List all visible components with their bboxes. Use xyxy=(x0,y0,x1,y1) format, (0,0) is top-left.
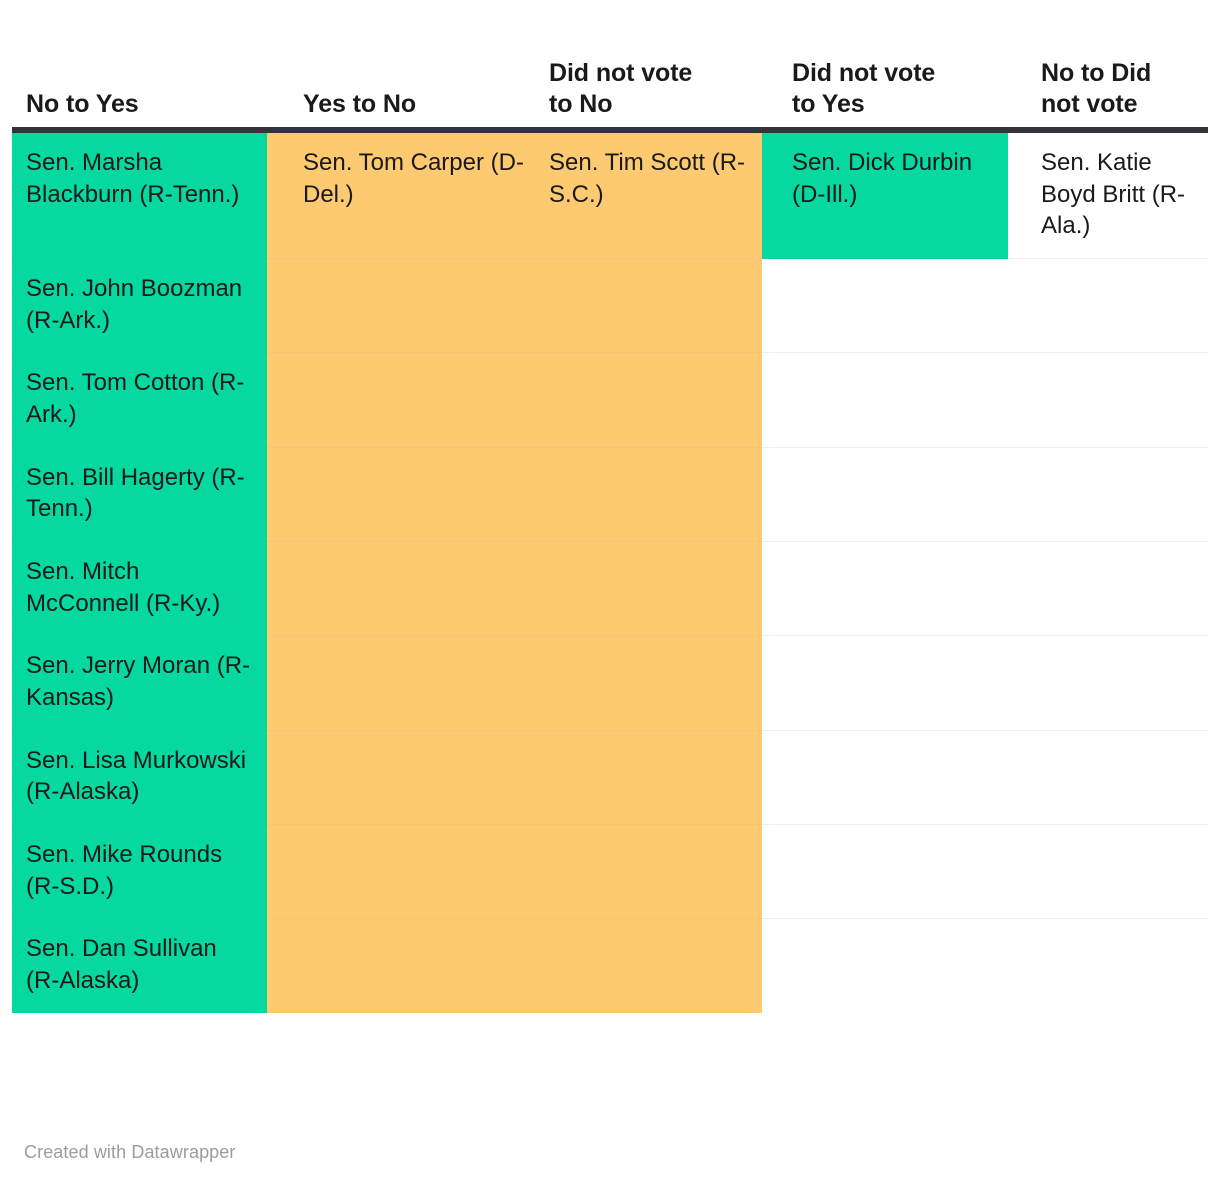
table-header: No to Yes Yes to No Did not vote to No Di… xyxy=(12,0,1208,133)
table-cell-empty xyxy=(267,730,545,826)
table-cell-empty xyxy=(267,258,545,354)
column-header-label: Did not vote to Yes xyxy=(762,58,1008,119)
table-cell-senator[interactable]: Sen. Tom Carper (D-Del.) xyxy=(267,130,545,260)
table-cell-senator[interactable]: Sen. Dan Sullivan (R-Alaska) xyxy=(12,918,267,1013)
table-cell-empty xyxy=(762,824,1008,920)
table-cell-senator[interactable]: Sen. Marsha Blackburn (R-Tenn.) xyxy=(12,130,267,260)
column-header-line: No to Yes xyxy=(26,89,139,118)
column-header-line: Yes to No xyxy=(303,89,417,118)
table-cell-empty xyxy=(267,824,545,920)
column-header-no-to-did-not-vote[interactable]: No to Did not vote xyxy=(1008,0,1208,133)
table-cell-senator[interactable]: Sen. Mike Rounds (R-S.D.) xyxy=(12,824,267,920)
table-cell-empty xyxy=(762,352,1008,448)
table-row: Sen. Lisa Murkowski (R-Alaska) xyxy=(12,730,1208,826)
table-row: Sen. John Boozman (R-Ark.) xyxy=(12,258,1208,354)
table-cell-empty xyxy=(1008,730,1208,826)
table-row: Sen. Bill Hagerty (R-Tenn.) xyxy=(12,447,1208,543)
table-cell-empty xyxy=(545,635,762,731)
table-cell-empty xyxy=(545,258,762,354)
table-row: Sen. Mike Rounds (R-S.D.) xyxy=(12,824,1208,920)
table-cell-empty xyxy=(1008,918,1208,1013)
column-header-yes-to-no[interactable]: Yes to No xyxy=(267,0,545,133)
column-header-label: Did not vote to No xyxy=(545,58,762,119)
table-cell-empty xyxy=(545,447,762,543)
table-cell-senator[interactable]: Sen. Tim Scott (R-S.C.) xyxy=(545,130,762,260)
table-row: Sen. Mitch McConnell (R-Ky.) xyxy=(12,541,1208,637)
datawrapper-table-chart: No to Yes Yes to No Did not vote to No Di… xyxy=(12,0,1208,1178)
table-cell-senator[interactable]: Sen. Bill Hagerty (R-Tenn.) xyxy=(12,447,267,543)
table-cell-empty xyxy=(1008,352,1208,448)
column-header-label: Yes to No xyxy=(267,89,545,120)
table-cell-senator[interactable]: Sen. Dick Durbin (D-Ill.) xyxy=(762,130,1008,260)
column-header-line: Did not vote xyxy=(549,59,693,87)
table-row: Sen. Jerry Moran (R-Kansas) xyxy=(12,635,1208,731)
column-header-line: No to Did xyxy=(1041,59,1152,87)
vote-switch-table: No to Yes Yes to No Did not vote to No Di… xyxy=(12,0,1208,1013)
table-cell-empty xyxy=(267,918,545,1013)
table-cell-empty xyxy=(1008,541,1208,637)
table-body: Sen. Marsha Blackburn (R-Tenn.) Sen. Tom … xyxy=(12,130,1208,1013)
table-cell-empty xyxy=(762,258,1008,354)
column-header-line: to Yes xyxy=(792,89,865,118)
table-cell-empty xyxy=(545,730,762,826)
table-cell-senator[interactable]: Sen. Jerry Moran (R-Kansas) xyxy=(12,635,267,731)
table-cell-empty xyxy=(267,541,545,637)
table-cell-senator[interactable]: Sen. Mitch McConnell (R-Ky.) xyxy=(12,541,267,637)
table-cell-senator[interactable]: Sen. Katie Boyd Britt (R-Ala.) xyxy=(1008,130,1208,260)
table-cell-senator[interactable]: Sen. John Boozman (R-Ark.) xyxy=(12,258,267,354)
column-header-no-to-yes[interactable]: No to Yes xyxy=(12,0,267,133)
table-cell-empty xyxy=(1008,447,1208,543)
table-cell-empty xyxy=(267,635,545,731)
column-header-line: to No xyxy=(549,89,613,118)
table-cell-empty xyxy=(762,918,1008,1013)
table-header-row: No to Yes Yes to No Did not vote to No Di… xyxy=(12,0,1208,133)
column-header-did-not-vote-to-no[interactable]: Did not vote to No xyxy=(545,0,762,133)
column-header-did-not-vote-to-yes[interactable]: Did not vote to Yes xyxy=(762,0,1008,133)
column-header-label: No to Yes xyxy=(12,89,267,120)
table-cell-empty xyxy=(762,635,1008,731)
table-cell-empty xyxy=(762,541,1008,637)
table-cell-empty xyxy=(1008,635,1208,731)
table-cell-empty xyxy=(1008,824,1208,920)
table-cell-senator[interactable]: Sen. Lisa Murkowski (R-Alaska) xyxy=(12,730,267,826)
table-row: Sen. Marsha Blackburn (R-Tenn.) Sen. Tom … xyxy=(12,130,1208,260)
datawrapper-credit: Created with Datawrapper xyxy=(24,1142,236,1162)
column-header-line: Did not vote xyxy=(792,59,936,87)
table-row: Sen. Dan Sullivan (R-Alaska) xyxy=(12,918,1208,1013)
table-cell-empty xyxy=(545,824,762,920)
column-header-label: No to Did not vote xyxy=(1008,58,1208,119)
table-cell-empty xyxy=(545,918,762,1013)
table-cell-empty xyxy=(762,730,1008,826)
table-cell-empty xyxy=(267,352,545,448)
table-cell-empty xyxy=(545,352,762,448)
table-cell-empty xyxy=(267,447,545,543)
column-header-line: not vote xyxy=(1041,89,1138,118)
table-cell-empty xyxy=(545,541,762,637)
table-cell-senator[interactable]: Sen. Tom Cotton (R-Ark.) xyxy=(12,352,267,448)
table-cell-empty xyxy=(1008,258,1208,354)
table-cell-empty xyxy=(762,447,1008,543)
table-row: Sen. Tom Cotton (R-Ark.) xyxy=(12,352,1208,448)
